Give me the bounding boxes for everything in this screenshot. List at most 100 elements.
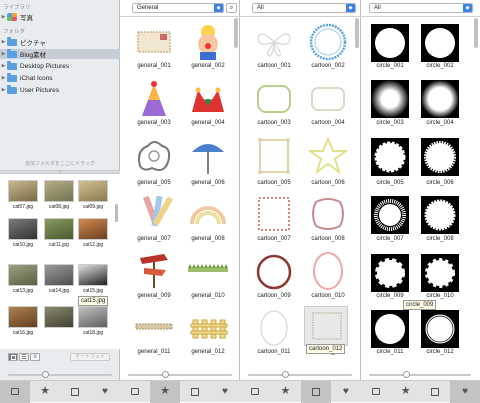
sidebar-item-ichat-icons[interactable]: ▶ iChat Icons bbox=[0, 73, 120, 83]
tab-frames[interactable] bbox=[300, 380, 331, 403]
autofade-button[interactable]: オートフェイ bbox=[70, 353, 110, 361]
ribbons-clipart[interactable] bbox=[134, 192, 174, 232]
scrollbar[interactable] bbox=[355, 18, 359, 48]
photo-thumbnail[interactable]: cat18.jpg bbox=[78, 306, 108, 336]
scallop-frame-green[interactable] bbox=[254, 82, 294, 116]
photo-thumbnail[interactable]: cat07.jpg bbox=[8, 180, 38, 210]
oval-frame[interactable] bbox=[310, 250, 346, 292]
circle-mask[interactable] bbox=[421, 24, 459, 62]
photo-thumbnail[interactable] bbox=[44, 306, 74, 330]
tab-images[interactable] bbox=[240, 381, 270, 403]
circle-mask-scalloped[interactable] bbox=[371, 138, 409, 176]
tab-favorites[interactable]: ★ bbox=[30, 381, 60, 403]
ornament-clipart[interactable] bbox=[134, 136, 174, 176]
circle-mask-cogwheel[interactable] bbox=[371, 254, 409, 292]
tab-favorites[interactable]: ★ bbox=[270, 381, 300, 403]
tab-images[interactable] bbox=[361, 381, 391, 403]
disclosure-triangle-icon[interactable]: ▶ bbox=[0, 63, 7, 69]
slider-knob[interactable] bbox=[403, 371, 410, 378]
scallop-frame-pale[interactable] bbox=[308, 84, 348, 114]
scrollbar[interactable] bbox=[115, 204, 118, 222]
circle-mask-rim[interactable] bbox=[421, 310, 459, 348]
tab-favorites[interactable]: ★ bbox=[391, 381, 421, 403]
slider-knob[interactable] bbox=[162, 371, 169, 378]
slider-knob[interactable] bbox=[42, 371, 49, 378]
tab-hearts[interactable]: ♥ bbox=[331, 381, 361, 403]
photo-thumbnail[interactable]: cat09.jpg bbox=[78, 180, 108, 210]
cat-photo bbox=[44, 218, 74, 240]
detail-view-button[interactable]: ≡ bbox=[30, 353, 40, 361]
grid-view-button[interactable] bbox=[8, 353, 18, 361]
pink-ornate-frame[interactable] bbox=[308, 194, 348, 234]
sidebar-item-desktop-pictures[interactable]: ▶ Desktop Pictures bbox=[0, 61, 120, 71]
sidebar-item-blog[interactable]: ▶ Blog素材 bbox=[0, 49, 120, 59]
tab-favorites[interactable]: ★ bbox=[150, 380, 180, 403]
fence-clipart[interactable] bbox=[190, 316, 228, 340]
circle-mask-soft[interactable] bbox=[371, 80, 409, 118]
list-view-button[interactable]: ☰ bbox=[19, 353, 29, 361]
circle-mask-cogwheel[interactable] bbox=[421, 254, 459, 292]
egg-frame[interactable] bbox=[256, 306, 292, 348]
photo-thumbnail[interactable]: cat10.jpg bbox=[8, 218, 38, 248]
photo-thumbnail[interactable]: cat16.jpg bbox=[8, 306, 38, 336]
sidebar-item-user-pictures[interactable]: ▶ User Pictures bbox=[0, 85, 120, 95]
scrollbar[interactable] bbox=[474, 18, 478, 48]
thumbnail-size-slider[interactable] bbox=[128, 371, 232, 378]
clown-clipart[interactable] bbox=[188, 22, 228, 62]
circle-mask-scalloped[interactable] bbox=[421, 196, 459, 234]
sidebar-item-photos[interactable]: ▶ 写真 bbox=[0, 12, 120, 22]
tab-images[interactable] bbox=[0, 380, 30, 403]
photo-thumbnail[interactable]: cat15.jpg bbox=[78, 264, 108, 294]
category-dropdown[interactable]: General ◆ bbox=[132, 3, 224, 13]
tab-frames[interactable] bbox=[60, 381, 90, 403]
jester-hat-clipart[interactable] bbox=[188, 82, 228, 118]
signpost-clipart[interactable] bbox=[134, 250, 174, 290]
tab-frames[interactable] bbox=[421, 381, 451, 403]
umbrella-clipart[interactable] bbox=[188, 138, 228, 178]
brown-ring-frame[interactable] bbox=[254, 252, 294, 292]
photo-thumbnail[interactable]: cat11.jpg bbox=[44, 218, 74, 248]
photo-thumbnail[interactable]: cat14.jpg bbox=[44, 264, 74, 294]
rainbow-clipart[interactable] bbox=[188, 196, 228, 228]
circle-mask-scalloped[interactable] bbox=[421, 138, 459, 176]
disclosure-triangle-icon[interactable]: ▶ bbox=[0, 14, 7, 20]
round-lace-frame[interactable] bbox=[308, 22, 348, 62]
disclosure-triangle-icon[interactable]: ▶ bbox=[0, 87, 7, 93]
party-hat-clipart[interactable] bbox=[136, 80, 172, 120]
tab-images[interactable] bbox=[120, 381, 150, 403]
disclosure-triangle-icon[interactable]: ▶ bbox=[0, 39, 7, 45]
circle-mask-soft[interactable] bbox=[421, 80, 459, 118]
butterfly-frame[interactable] bbox=[254, 26, 294, 58]
category-dropdown[interactable]: All ◆ bbox=[252, 3, 356, 13]
circle-mask-sunburst[interactable] bbox=[371, 196, 409, 234]
circle-mask[interactable] bbox=[371, 24, 409, 62]
disclosure-triangle-icon[interactable]: ▶ bbox=[0, 75, 7, 81]
circle-mask[interactable] bbox=[371, 310, 409, 348]
tooltip: circle_009 bbox=[403, 300, 437, 310]
drag-hint: 追加フォルダをここにドラッグ bbox=[24, 161, 95, 167]
disclosure-triangle-icon[interactable]: ▶ bbox=[0, 51, 7, 57]
grass-border-clipart[interactable] bbox=[186, 262, 230, 276]
thumbnail-size-slider[interactable] bbox=[8, 371, 112, 378]
lace-square-frame[interactable] bbox=[310, 310, 344, 342]
tab-frames[interactable] bbox=[180, 381, 210, 403]
dotted-square-frame[interactable] bbox=[254, 194, 294, 234]
tab-hearts[interactable]: ♥ bbox=[450, 380, 480, 403]
thumbnail-size-slider[interactable] bbox=[248, 371, 352, 378]
sidebar-item-pictures[interactable]: ▶ ピクチャ bbox=[0, 37, 120, 47]
photo-thumbnail[interactable]: cat13.jpg bbox=[8, 264, 38, 294]
envelope-clipart[interactable] bbox=[134, 24, 174, 58]
scrollbar[interactable] bbox=[234, 18, 238, 48]
tab-hearts[interactable]: ♥ bbox=[90, 381, 120, 403]
ornate-square-frame[interactable] bbox=[254, 136, 294, 176]
tab-hearts[interactable]: ♥ bbox=[210, 381, 240, 403]
photo-thumbnail[interactable]: cat12.jpg bbox=[78, 218, 108, 248]
search-button[interactable]: ⌕ bbox=[226, 3, 237, 13]
star-frame[interactable] bbox=[308, 136, 348, 176]
category-dropdown[interactable]: All ◆ bbox=[369, 3, 473, 13]
star-icon: ★ bbox=[400, 385, 411, 397]
rope-border-clipart[interactable] bbox=[134, 320, 174, 334]
photo-thumbnail[interactable]: cat08.jpg bbox=[44, 180, 74, 210]
thumbnail-size-slider[interactable] bbox=[369, 371, 471, 378]
slider-knob[interactable] bbox=[282, 371, 289, 378]
